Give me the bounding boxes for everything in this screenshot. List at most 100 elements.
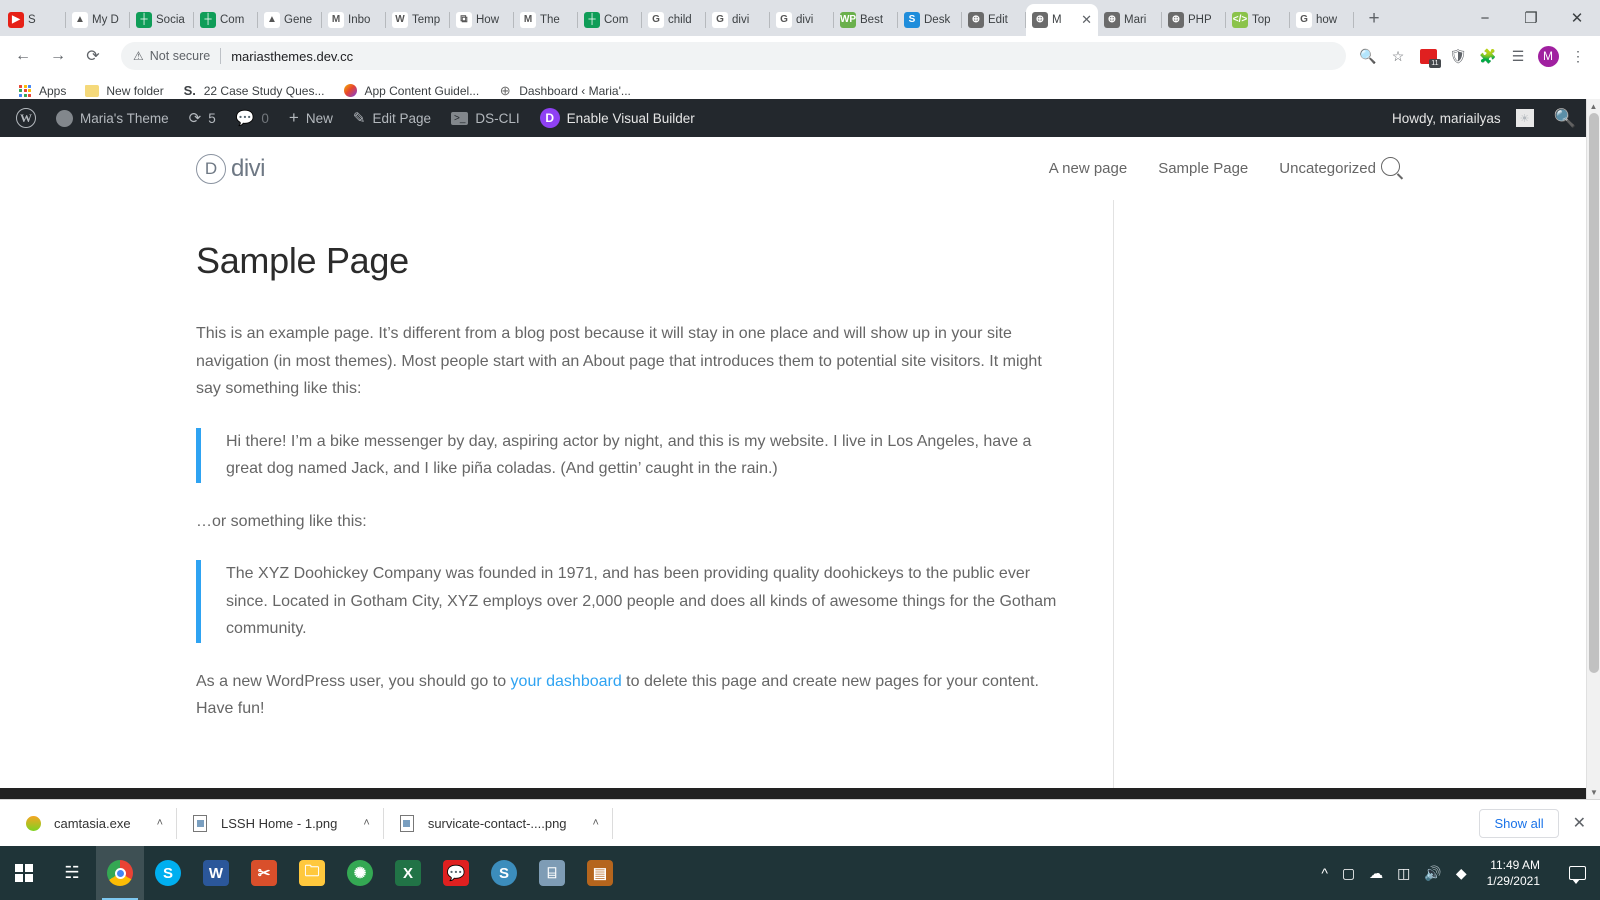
- browser-tab[interactable]: W Temp: [386, 4, 450, 36]
- maximize-button[interactable]: ❐: [1508, 0, 1554, 36]
- tab-label: Inbo: [348, 14, 371, 26]
- site-nav-link[interactable]: A new page: [1049, 160, 1127, 177]
- your-dashboard-link[interactable]: your dashboard: [511, 673, 622, 690]
- onedrive-cloud-icon[interactable]: ☁: [1369, 865, 1383, 882]
- windows-start-icon[interactable]: [0, 846, 48, 900]
- scroll-down-arrow[interactable]: ▼: [1587, 785, 1600, 799]
- camera-icon[interactable]: ▢: [1342, 865, 1355, 882]
- scroll-up-arrow[interactable]: ▲: [1587, 99, 1600, 113]
- browser-tab[interactable]: ⊕ Edit: [962, 4, 1026, 36]
- volume-speaker-icon[interactable]: 🔊: [1424, 865, 1441, 882]
- task-view-icon[interactable]: ☵: [48, 846, 96, 900]
- download-item[interactable]: survicate-contact-....png ˄: [384, 800, 614, 847]
- comment-bubble-icon: 💬: [235, 110, 255, 127]
- action-center-icon[interactable]: [1560, 846, 1594, 900]
- address-bar[interactable]: ⚠ Not secure mariasthemes.dev.cc: [121, 42, 1346, 70]
- browser-tab[interactable]: ▲ Gene: [258, 4, 322, 36]
- download-menu-caret-icon[interactable]: ˄: [593, 817, 599, 829]
- taskbar-app-button[interactable]: 🗀: [288, 846, 336, 900]
- browser-tab[interactable]: Gdivi: [706, 4, 770, 36]
- download-menu-caret-icon[interactable]: ˄: [363, 817, 369, 829]
- browser-tab[interactable]: ▲ My D: [66, 4, 130, 36]
- media-list-icon[interactable]: ☰: [1504, 42, 1532, 70]
- ds-cli-menu[interactable]: >_ DS-CLI: [441, 99, 530, 137]
- site-logo[interactable]: D divi: [196, 153, 266, 184]
- howdy-account-menu[interactable]: Howdy, mariailyas ☀: [1382, 99, 1544, 137]
- taskbar-app-button[interactable]: S: [144, 846, 192, 900]
- browser-tab[interactable]: Gchild: [642, 4, 706, 36]
- download-menu-caret-icon[interactable]: ˄: [157, 817, 163, 829]
- minimize-button[interactable]: −: [1462, 0, 1508, 36]
- taskbar-app-button[interactable]: ▤: [576, 846, 624, 900]
- browser-tab[interactable]: ⧉ How: [450, 4, 514, 36]
- browser-tab[interactable]: ⊕ M ✕: [1026, 4, 1098, 36]
- extension-badge-icon[interactable]: 11: [1414, 42, 1442, 70]
- back-button[interactable]: ←: [8, 41, 38, 71]
- edit-page-label: Edit Page: [372, 110, 431, 126]
- sublime-text-icon: S: [491, 860, 517, 886]
- pencil-icon: ✎: [352, 110, 366, 127]
- browser-tab[interactable]: M Inbo: [322, 4, 386, 36]
- wordpress-logo-menu[interactable]: W: [6, 99, 46, 137]
- browser-tab[interactable]: WP Best: [834, 4, 898, 36]
- taskbar-app-button[interactable]: ✂: [240, 846, 288, 900]
- camtasia-exe-icon: [24, 814, 42, 832]
- star-icon[interactable]: ☆: [1384, 42, 1412, 70]
- taskbar-app-button[interactable]: 💬: [432, 846, 480, 900]
- site-name-menu[interactable]: Maria's Theme: [46, 99, 179, 137]
- browser-tab[interactable]: ┼ Com: [578, 4, 642, 36]
- close-window-button[interactable]: ✕: [1554, 0, 1600, 36]
- dropbox-icon[interactable]: ◆: [1456, 865, 1467, 882]
- browser-tab[interactable]: ┼ Com: [194, 4, 258, 36]
- site-search-button[interactable]: [1381, 156, 1400, 181]
- show-hidden-icons-chevron[interactable]: ^: [1321, 865, 1328, 881]
- browser-tab[interactable]: </> Top: [1226, 4, 1290, 36]
- admin-search-button[interactable]: 🔍: [1544, 99, 1586, 137]
- google-search-icon: G: [712, 12, 728, 28]
- site-nav-link[interactable]: Sample Page: [1158, 160, 1248, 177]
- url-text[interactable]: mariasthemes.dev.cc: [231, 49, 353, 64]
- enable-visual-builder-link[interactable]: D Enable Visual Builder: [530, 99, 705, 137]
- browser-tab[interactable]: ▶ S: [2, 4, 66, 36]
- content-area: Sample Page This is an example page. It’…: [0, 200, 1586, 788]
- browser-tab[interactable]: Ghow: [1290, 4, 1354, 36]
- taskbar-app-button[interactable]: ⌸: [528, 846, 576, 900]
- blockquote-one: Hi there! I’m a bike messenger by day, a…: [196, 427, 1068, 483]
- page-scrollbar[interactable]: ▲ ▼: [1586, 99, 1600, 799]
- forward-button[interactable]: →: [43, 41, 73, 71]
- comments-menu[interactable]: 💬 0: [226, 99, 279, 137]
- download-item[interactable]: LSSH Home - 1.png ˄: [177, 800, 384, 847]
- browser-tab[interactable]: Gdivi: [770, 4, 834, 36]
- taskbar-app-button[interactable]: X: [384, 846, 432, 900]
- show-all-downloads-button[interactable]: Show all: [1479, 808, 1559, 838]
- adblock-shield-icon[interactable]: 🛡: [1444, 42, 1472, 70]
- browser-tab[interactable]: ⊕ Mari: [1098, 4, 1162, 36]
- zoom-in-icon[interactable]: 🔍: [1354, 42, 1382, 70]
- download-item[interactable]: camtasia.exe ˄: [10, 800, 178, 847]
- winrar-icon: ▤: [587, 860, 613, 886]
- three-dot-menu-icon[interactable]: ⋮: [1564, 42, 1592, 70]
- taskbar-app-button[interactable]: ✺: [336, 846, 384, 900]
- new-tab-button[interactable]: +: [1360, 5, 1388, 33]
- edit-page-link[interactable]: ✎ Edit Page: [343, 99, 441, 137]
- new-content-menu[interactable]: + New: [279, 99, 343, 137]
- battery-charging-icon[interactable]: ◫: [1397, 865, 1410, 882]
- close-downloads-bar-button[interactable]: ✕: [1573, 813, 1586, 833]
- profile-avatar[interactable]: M: [1534, 42, 1562, 70]
- taskbar-app-button[interactable]: W: [192, 846, 240, 900]
- browser-tab[interactable]: ⊕ PHP: [1162, 4, 1226, 36]
- site-nav-link[interactable]: Uncategorized: [1279, 160, 1376, 177]
- scrollbar-thumb[interactable]: [1589, 113, 1599, 673]
- browser-tab[interactable]: M The: [514, 4, 578, 36]
- tab-close-icon[interactable]: ✕: [1081, 12, 1092, 28]
- tab-label: Temp: [412, 14, 441, 26]
- taskbar-app-button[interactable]: [96, 846, 144, 900]
- extensions-puzzle-icon[interactable]: 🧩: [1474, 42, 1502, 70]
- security-status[interactable]: ⚠ Not secure: [133, 49, 210, 63]
- taskbar-clock[interactable]: 11:49 AM 1/29/2021: [1481, 857, 1546, 889]
- taskbar-app-button[interactable]: S: [480, 846, 528, 900]
- browser-tab[interactable]: ┼ Socia: [130, 4, 194, 36]
- updates-menu[interactable]: ⟳ 5: [179, 99, 226, 137]
- browser-tab[interactable]: S Desk: [898, 4, 962, 36]
- reload-button[interactable]: ⟳: [78, 41, 108, 71]
